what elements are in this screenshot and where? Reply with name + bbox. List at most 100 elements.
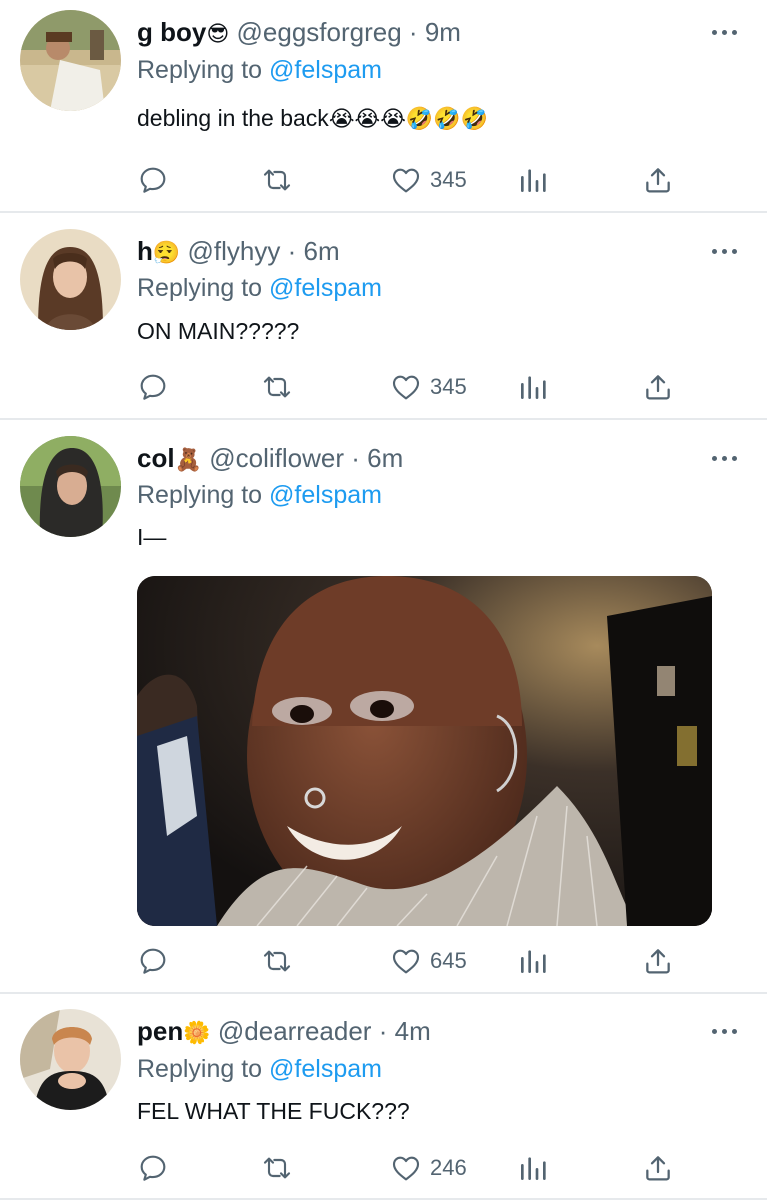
display-name[interactable]: pen <box>137 1016 183 1046</box>
reply-icon <box>140 374 166 400</box>
analytics-button[interactable] <box>518 943 548 979</box>
retweet-icon <box>263 1157 291 1179</box>
replying-to: Replying to @felspam <box>137 55 382 85</box>
user-handle[interactable]: @dearreader <box>218 1016 372 1046</box>
retweet-button[interactable] <box>258 162 296 198</box>
share-button[interactable] <box>642 1150 674 1186</box>
timestamp[interactable]: 4m <box>395 1016 431 1046</box>
tweet-header: h😮‍💨 @flyhyy · 6m <box>137 236 340 269</box>
reply-icon <box>140 948 166 974</box>
analytics-icon <box>521 376 546 399</box>
like-icon <box>392 1156 420 1181</box>
replying-to-label: Replying to <box>137 1055 263 1083</box>
avatar[interactable] <box>20 436 121 537</box>
action-bar: 645 <box>0 943 767 979</box>
avatar[interactable] <box>20 1009 121 1110</box>
retweet-icon <box>263 169 291 191</box>
mention-link[interactable]: @felspam <box>269 1055 382 1083</box>
tweet-text-emoji: 😭😭😭🤣🤣🤣 <box>328 107 489 132</box>
action-bar: 246 <box>0 1150 767 1186</box>
tweet-header: g boy😎 @eggsforgreg · 9m <box>137 17 461 50</box>
separator-dot: · <box>351 443 360 473</box>
share-button[interactable] <box>642 369 674 405</box>
reply-button[interactable] <box>137 943 169 979</box>
retweet-button[interactable] <box>258 943 296 979</box>
analytics-button[interactable] <box>518 162 548 198</box>
like-button[interactable]: 345 <box>390 162 467 198</box>
display-name[interactable]: col <box>137 443 175 473</box>
more-icon[interactable] <box>712 1026 742 1036</box>
like-icon <box>392 375 420 400</box>
reply-button[interactable] <box>137 1150 169 1186</box>
name-emoji: 😮‍💨 <box>152 241 181 266</box>
reply-icon <box>140 1155 166 1181</box>
more-icon[interactable] <box>712 27 742 37</box>
like-icon <box>392 168 420 193</box>
analytics-button[interactable] <box>518 1150 548 1186</box>
like-button[interactable]: 645 <box>390 943 467 979</box>
user-handle[interactable]: @coliflower <box>209 443 344 473</box>
user-handle[interactable]: @flyhyy <box>188 236 281 266</box>
like-count: 345 <box>430 374 467 399</box>
replying-to-label: Replying to <box>137 481 263 509</box>
tweet-text: FEL WHAT THE FUCK??? <box>137 1098 410 1124</box>
replying-to: Replying to @felspam <box>137 1054 382 1084</box>
replying-to-label: Replying to <box>137 274 263 302</box>
tweet-header: pen🌼 @dearreader · 4m <box>137 1016 431 1049</box>
display-name[interactable]: g boy <box>137 17 206 47</box>
replying-to-label: Replying to <box>137 56 263 84</box>
separator-dot: · <box>408 17 418 47</box>
tweet[interactable]: h😮‍💨 @flyhyy · 6m Replying to @felspam O… <box>0 213 767 418</box>
mention-link[interactable]: @felspam <box>269 481 382 509</box>
timestamp[interactable]: 9m <box>425 17 461 47</box>
separator-dot: · <box>287 236 297 266</box>
like-button[interactable]: 345 <box>390 369 467 405</box>
retweet-icon <box>263 376 291 398</box>
share-icon <box>646 375 670 400</box>
reply-button[interactable] <box>137 162 169 198</box>
like-count: 345 <box>430 167 467 192</box>
name-emoji: 🌼 <box>183 1021 211 1046</box>
share-button[interactable] <box>642 162 674 198</box>
separator-dot: · <box>378 1016 388 1046</box>
name-emoji: 😎 <box>206 22 230 47</box>
replying-to: Replying to @felspam <box>137 480 382 510</box>
analytics-icon <box>521 950 546 973</box>
tweet-text-content: debling in the back <box>137 105 329 131</box>
tweet-header: col🧸 @coliflower · 6m <box>137 443 403 476</box>
action-bar: 345 <box>0 162 767 198</box>
tweet-text: I— <box>137 524 167 550</box>
analytics-icon <box>521 1157 546 1180</box>
like-count: 645 <box>430 948 467 973</box>
tweet[interactable]: pen🌼 @dearreader · 4m Replying to @felsp… <box>0 994 767 1200</box>
tweet-text: ON MAIN????? <box>137 318 300 344</box>
replying-to: Replying to @felspam <box>137 273 382 303</box>
avatar[interactable] <box>20 10 121 111</box>
avatar[interactable] <box>20 229 121 330</box>
retweet-button[interactable] <box>258 1150 296 1186</box>
reply-icon <box>140 167 166 193</box>
like-button[interactable]: 246 <box>390 1150 467 1186</box>
display-name[interactable]: h <box>137 236 153 266</box>
tweet-media-image[interactable] <box>137 576 712 926</box>
timestamp[interactable]: 6m <box>367 443 403 473</box>
more-icon[interactable] <box>712 246 742 256</box>
action-bar: 345 <box>0 369 767 405</box>
more-icon[interactable] <box>712 453 742 463</box>
analytics-button[interactable] <box>518 369 548 405</box>
like-count: 246 <box>430 1155 467 1180</box>
reply-button[interactable] <box>137 369 169 405</box>
like-icon <box>392 949 420 974</box>
mention-link[interactable]: @felspam <box>269 56 382 84</box>
tweet-text: debling in the back😭😭😭🤣🤣🤣 <box>137 103 488 135</box>
tweet[interactable]: g boy😎 @eggsforgreg · 9m Replying to @fe… <box>0 0 767 211</box>
retweet-button[interactable] <box>258 369 296 405</box>
share-icon <box>646 1156 670 1181</box>
retweet-icon <box>263 950 291 972</box>
analytics-icon <box>521 169 546 192</box>
timestamp[interactable]: 6m <box>304 236 340 266</box>
name-emoji: 🧸 <box>174 448 202 473</box>
mention-link[interactable]: @felspam <box>269 274 382 302</box>
share-button[interactable] <box>642 943 674 979</box>
user-handle[interactable]: @eggsforgreg <box>237 17 402 47</box>
